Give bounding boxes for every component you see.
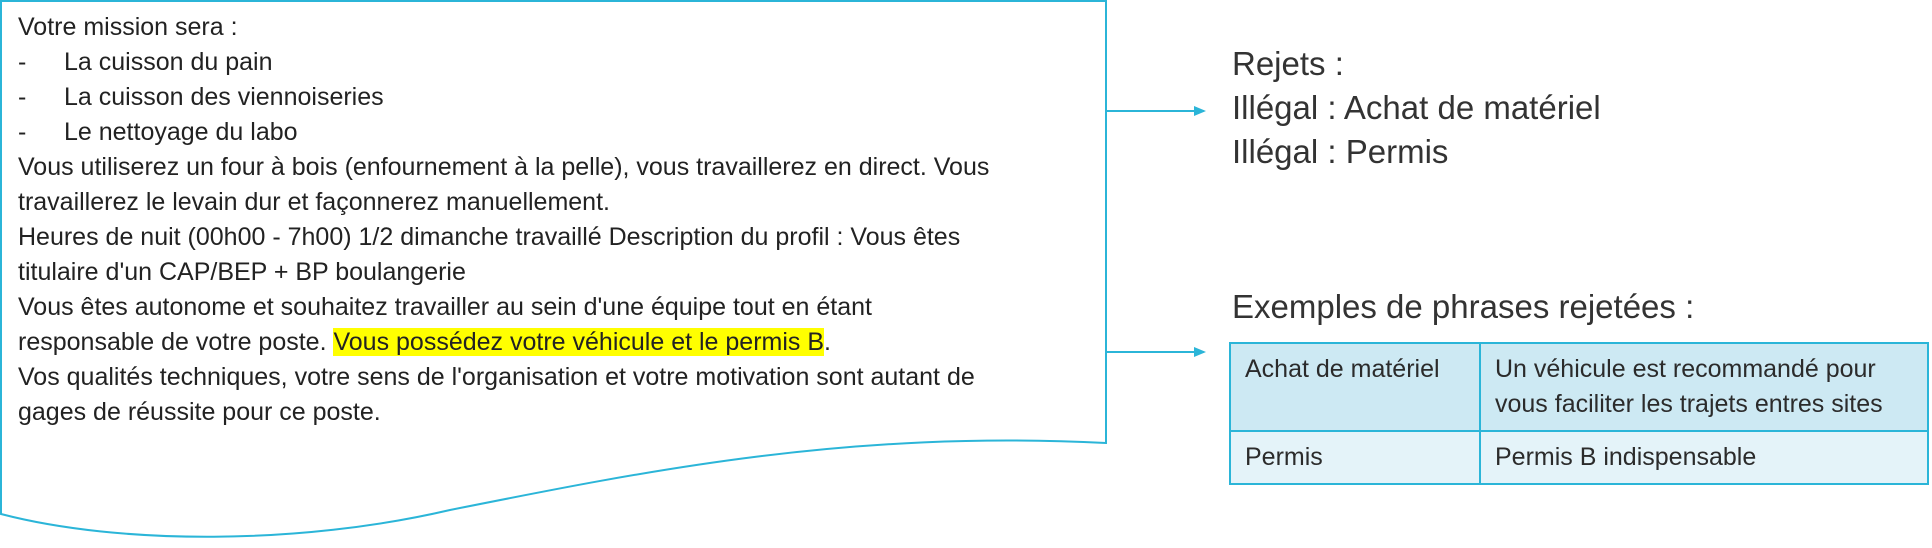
category-cell: Permis: [1229, 430, 1481, 485]
bullet-dash: -: [18, 118, 27, 146]
examples-table: Achat de matériel Un véhicule est recomm…: [1229, 342, 1929, 485]
text-line: gages de réussite pour ce poste.: [18, 398, 381, 426]
text-line: Heures de nuit (00h00 - 7h00) 1/2 dimanc…: [18, 223, 961, 251]
text-line: travaillerez le levain dur et façonnerez…: [18, 188, 610, 216]
mission-item: - La cuisson des viennoiseries: [18, 80, 1098, 115]
category-cell: Achat de matériel: [1229, 342, 1481, 432]
text-line: titulaire d'un CAP/BEP + BP boulangerie: [18, 258, 466, 286]
text-line: Vous êtes autonome et souhaitez travaill…: [18, 293, 872, 321]
text-line: responsable de votre poste. Vous posséde…: [18, 328, 831, 356]
bullet-dash: -: [18, 83, 27, 111]
rejet-item: Illégal : Permis: [1232, 133, 1449, 170]
text-line: Vous utiliserez un four à bois (enfourne…: [18, 153, 990, 181]
bullet-dash: -: [18, 48, 27, 76]
mission-item: - La cuisson du pain: [18, 45, 1098, 80]
mission-item: - Le nettoyage du labo: [18, 115, 1098, 150]
phrase-cell: Un véhicule est recommandé pour vous fac…: [1479, 342, 1929, 432]
rejets-block: Rejets : Illégal : Achat de matériel Ill…: [1232, 42, 1601, 174]
text-line: Vos qualités techniques, votre sens de l…: [18, 363, 975, 391]
highlighted-phrase: Vous possédez votre véhicule et le permi…: [333, 328, 825, 356]
phrase-cell: Permis B indispensable: [1479, 430, 1929, 485]
table-row: Permis Permis B indispensable: [1229, 430, 1929, 485]
examples-title: Exemples de phrases rejetées :: [1232, 288, 1695, 325]
rejets-title: Rejets :: [1232, 45, 1344, 82]
rejet-item: Illégal : Achat de matériel: [1232, 89, 1601, 126]
table-row: Achat de matériel Un véhicule est recomm…: [1229, 342, 1929, 432]
job-description-text: Votre mission sera : - La cuisson du pain…: [18, 10, 1098, 430]
mission-heading: Votre mission sera :: [18, 13, 238, 41]
